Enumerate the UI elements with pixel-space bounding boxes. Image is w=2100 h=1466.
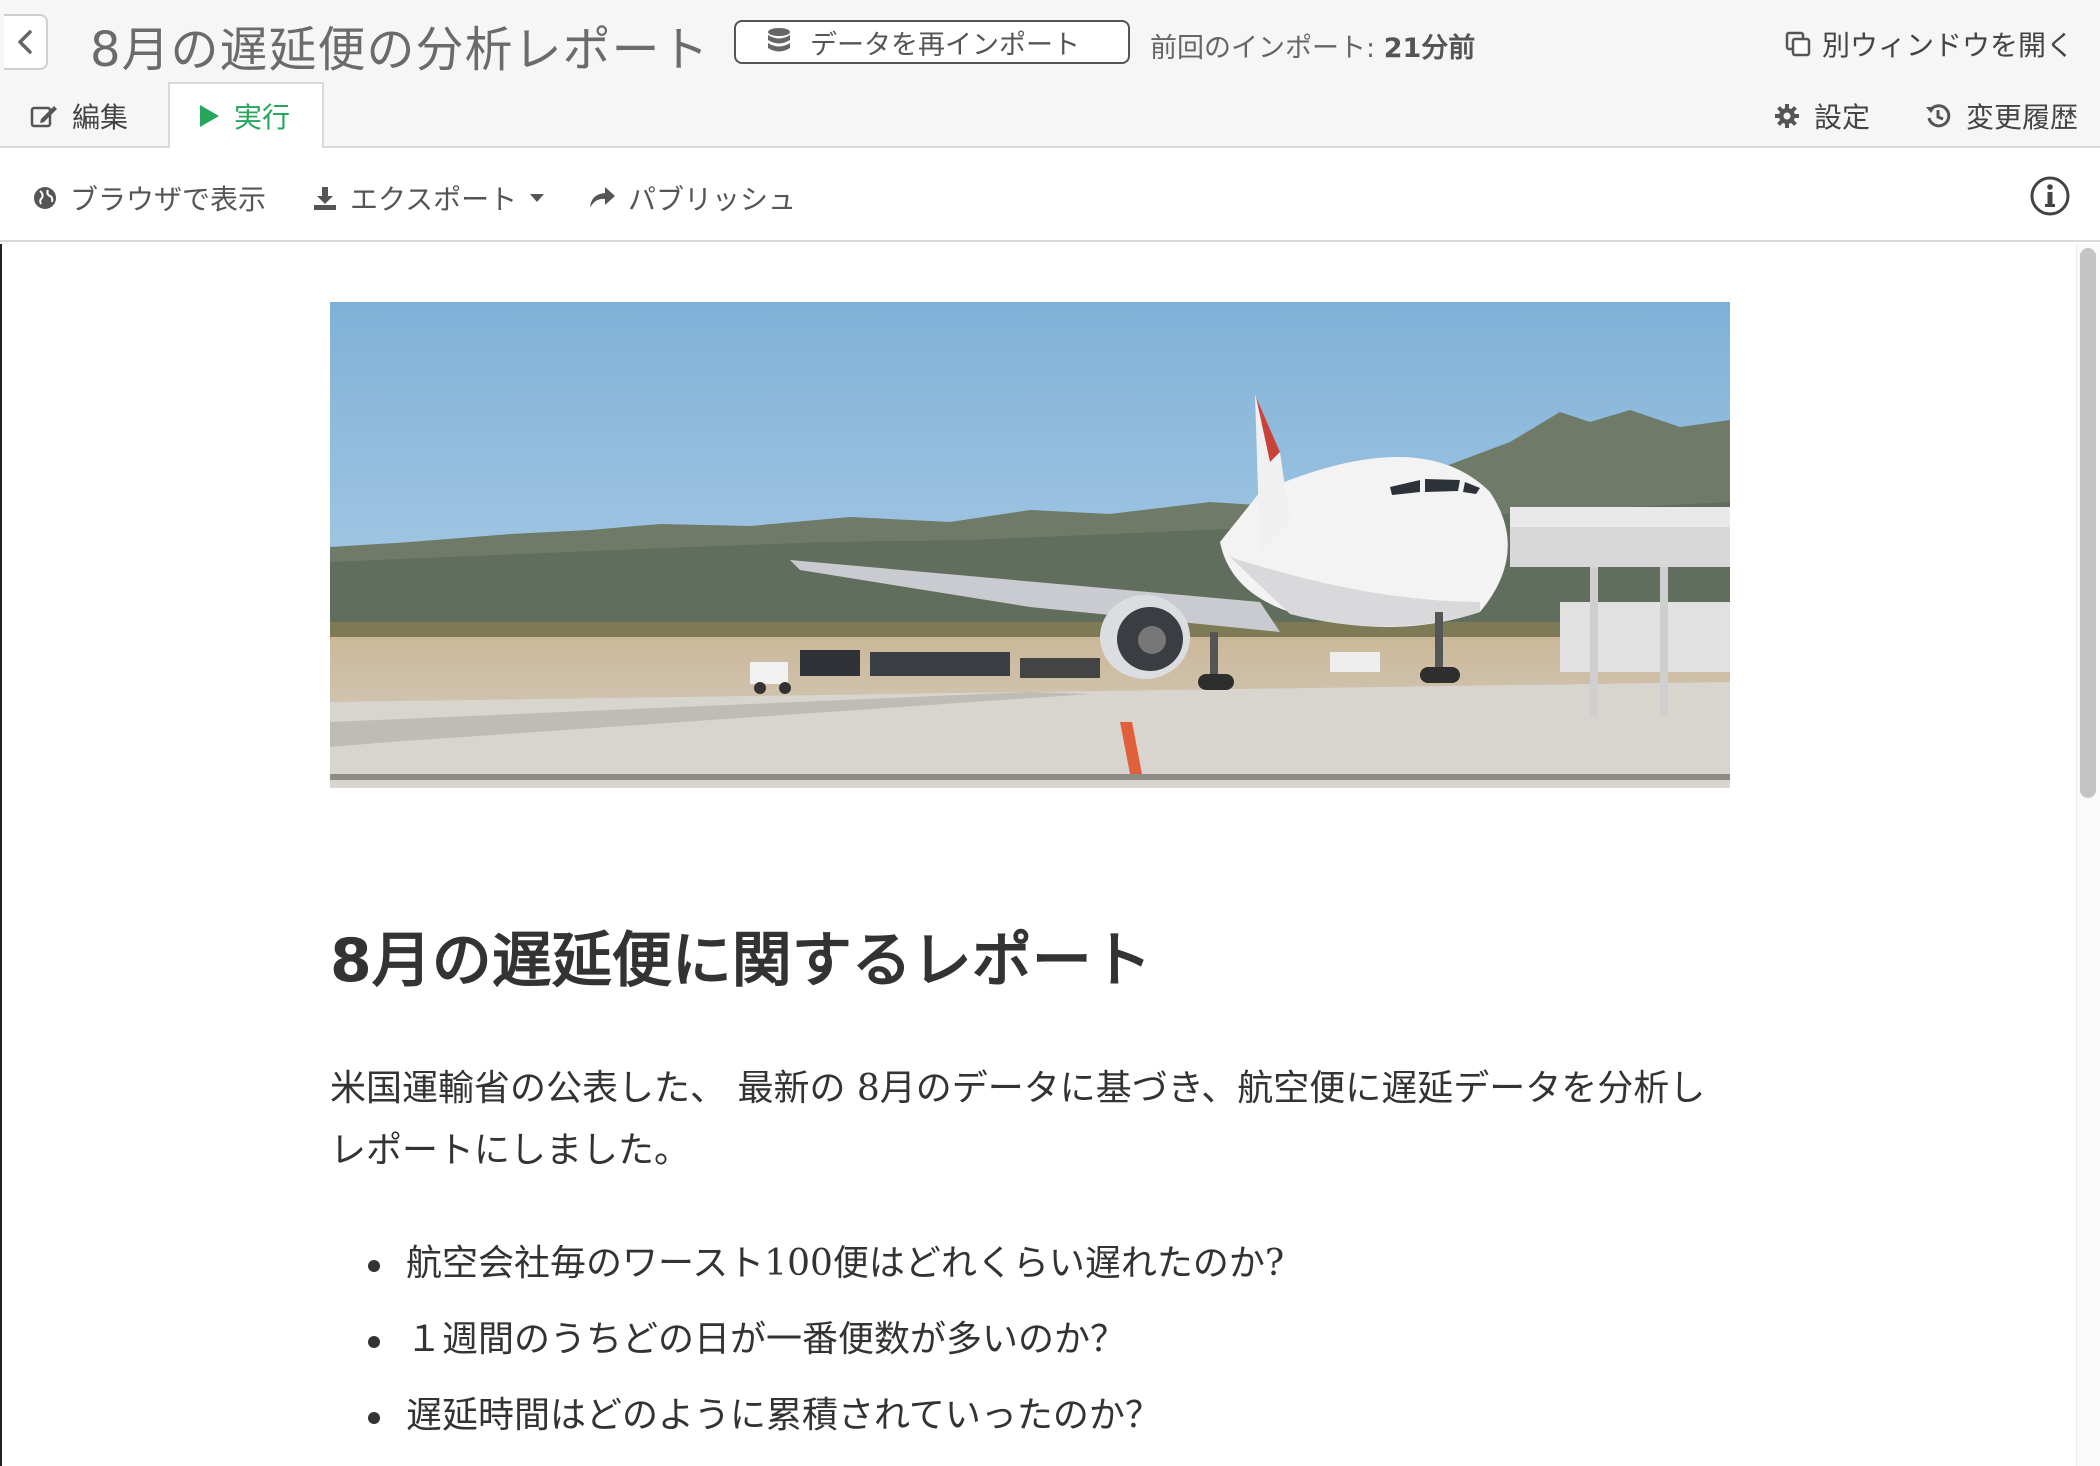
title-bar: 8月の遅延便の分析レポート データを再インポート 前回のインポート: 21分前 … — [0, 0, 2100, 84]
report-intro-paragraph: 米国運輸省の公表した、 最新の 8月のデータに基づき、航空便に遅延データを分析し… — [330, 1068, 1706, 1171]
info-icon[interactable] — [2030, 176, 2070, 216]
back-button[interactable] — [4, 14, 48, 70]
reimport-data-button[interactable]: データを再インポート — [734, 20, 1130, 64]
list-item: 航空会社毎のワースト100便はどれくらい遅れたのか? — [368, 1234, 1284, 1310]
copy-window-icon — [1785, 31, 1811, 57]
export-label: エクスポート — [350, 183, 518, 216]
document-title: 8月の遅延便の分析レポート — [90, 22, 710, 78]
window-edge — [0, 244, 2, 1466]
settings-label: 設定 — [1814, 101, 1871, 134]
settings-button[interactable]: 設定 — [1774, 84, 1870, 148]
last-import-label: 前回のインポート: — [1150, 33, 1384, 64]
publish-label: パブリッシュ — [628, 183, 797, 216]
tab-edit-label: 編集 — [72, 101, 129, 134]
tab-bar: 編集 実行 設定 変更履歴 — [0, 82, 2100, 150]
scrollbar-thumb[interactable] — [2080, 248, 2096, 798]
last-import-status: 前回のインポート: 21分前 — [1150, 26, 1475, 65]
tab-run[interactable]: 実行 — [168, 82, 324, 150]
history-icon — [1926, 104, 1951, 128]
history-label: 変更履歴 — [1966, 101, 2079, 134]
database-icon — [768, 28, 790, 52]
hero-image-airplane — [330, 302, 1730, 788]
edit-icon — [30, 106, 57, 128]
gear-icon — [1775, 104, 1799, 128]
share-icon — [590, 187, 615, 208]
export-dropdown[interactable]: エクスポート — [312, 178, 545, 218]
list-item: １週間のうちどの日が一番便数が多いのか？ — [368, 1310, 1284, 1386]
view-in-browser-button[interactable]: ブラウザで表示 — [32, 178, 266, 218]
open-window-label: 別ウィンドウを開く — [1821, 29, 2074, 62]
tab-run-label: 実行 — [234, 101, 291, 134]
action-toolbar: ブラウザで表示 エクスポート パブリッシュ — [0, 148, 2100, 242]
publish-button[interactable]: パブリッシュ — [588, 178, 796, 218]
report-question-list: 航空会社毎のワースト100便はどれくらい遅れたのか? １週間のうちどの日が一番便… — [368, 1234, 1284, 1462]
play-icon — [200, 105, 219, 127]
chevron-left-icon — [18, 30, 32, 54]
globe-icon — [34, 187, 56, 209]
caret-down-icon — [530, 194, 545, 202]
tab-edit[interactable]: 編集 — [30, 84, 128, 148]
last-import-value: 21分前 — [1383, 33, 1476, 64]
download-icon — [314, 187, 336, 210]
list-item: 遅延時間はどのように累積されていったのか？ — [368, 1386, 1284, 1462]
view-in-browser-label: ブラウザで表示 — [70, 183, 267, 216]
open-new-window-button[interactable]: 別ウィンドウを開く — [1784, 24, 2074, 64]
reimport-label: データを再インポート — [810, 29, 1080, 61]
report-heading: 8月の遅延便に関するレポート — [330, 926, 1152, 996]
history-button[interactable]: 変更履歴 — [1924, 84, 2078, 148]
